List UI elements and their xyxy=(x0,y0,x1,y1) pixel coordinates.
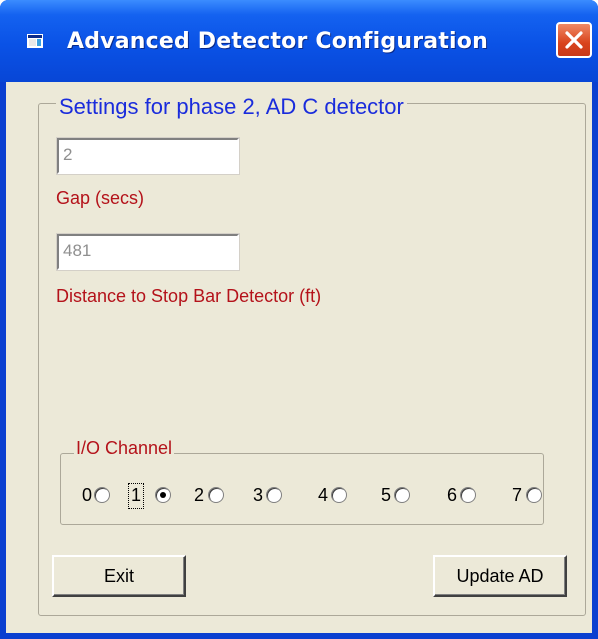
radio-label: 3 xyxy=(253,485,264,505)
radio-selected-dot xyxy=(160,492,166,498)
settings-group xyxy=(38,103,586,616)
distance-label: Distance to Stop Bar Detector (ft) xyxy=(56,286,322,306)
io-channel-title: I/O Channel xyxy=(74,438,175,459)
radio-label: 1 xyxy=(131,485,142,505)
radio-button[interactable] xyxy=(460,487,476,503)
radio-label: 5 xyxy=(381,485,392,505)
radio-label: 0 xyxy=(82,485,93,505)
close-button[interactable] xyxy=(556,22,592,58)
settings-group-title: Settings for phase 2, AD C detector xyxy=(56,94,407,120)
window-bottom-border xyxy=(0,633,598,639)
gap-input[interactable]: 2 xyxy=(56,137,240,175)
window-title: Advanced Detector Configuration xyxy=(67,29,488,54)
dialog-client-area: Settings for phase 2, AD C detector 2 Ga… xyxy=(6,82,592,633)
distance-input[interactable]: 481 xyxy=(56,233,240,271)
radio-button[interactable] xyxy=(526,487,542,503)
radio-label: 7 xyxy=(512,485,523,505)
radio-label: 6 xyxy=(447,485,458,505)
app-window-icon xyxy=(27,34,43,48)
radio-button[interactable] xyxy=(94,487,110,503)
radio-button[interactable] xyxy=(331,487,347,503)
title-bar[interactable]: Advanced Detector Configuration xyxy=(0,0,598,82)
gap-label: Gap (secs) xyxy=(56,188,145,208)
radio-button[interactable] xyxy=(208,487,224,503)
radio-button-selected[interactable] xyxy=(155,487,171,503)
radio-label: 2 xyxy=(194,485,205,505)
update-ad-button[interactable]: Update AD xyxy=(433,555,567,597)
dialog-window: Advanced Detector Configuration Settings… xyxy=(0,0,598,639)
radio-button[interactable] xyxy=(394,487,410,503)
close-icon xyxy=(565,31,583,49)
radio-label: 4 xyxy=(318,485,329,505)
exit-button[interactable]: Exit xyxy=(52,555,186,597)
radio-button[interactable] xyxy=(266,487,282,503)
